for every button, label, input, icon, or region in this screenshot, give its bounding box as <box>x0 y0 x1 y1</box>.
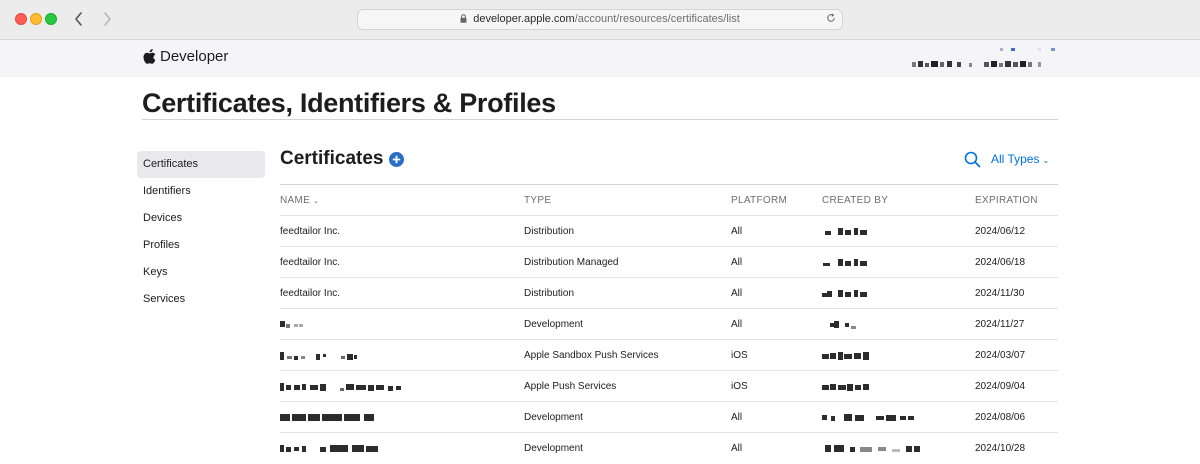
cell-name-redacted <box>280 445 380 453</box>
table-row[interactable]: Apple Push Services iOS 2024/09/04 <box>280 371 1058 402</box>
cell-created-by-redacted <box>822 259 872 267</box>
cell-type: Distribution <box>524 226 575 237</box>
sidebar-item-services[interactable]: Services <box>137 286 265 313</box>
cell-platform: All <box>731 257 743 268</box>
chevron-down-icon: ⌄ <box>1042 156 1050 165</box>
sidebar-item-identifiers[interactable]: Identifiers <box>137 178 265 205</box>
title-divider <box>142 119 1058 120</box>
cell-created-by-redacted <box>822 352 872 360</box>
sidebar-item-keys[interactable]: Keys <box>137 259 265 286</box>
forward-button[interactable] <box>98 10 116 28</box>
add-certificate-button[interactable] <box>388 151 404 167</box>
sidebar-item-certificates[interactable]: Certificates <box>137 151 265 178</box>
cell-platform: All <box>731 288 743 299</box>
cell-name-redacted <box>280 321 306 329</box>
cell-platform: All <box>731 443 743 454</box>
cell-platform: iOS <box>731 381 748 392</box>
cell-expiration: 2024/09/04 <box>975 381 1026 392</box>
certificates-table: NAME ⌄ TYPE PLATFORM CREATED BY EXPIRATIO… <box>280 184 1058 464</box>
cell-type: Distribution <box>524 288 575 299</box>
table-row[interactable]: Development All 2024/10/28 <box>280 433 1058 464</box>
type-filter-dropdown[interactable]: All Types ⌄ <box>991 152 1049 166</box>
minimize-window-button[interactable] <box>30 13 42 25</box>
cell-type: Apple Sandbox Push Services <box>524 350 659 361</box>
cell-type: Apple Push Services <box>524 381 617 392</box>
cell-name-redacted <box>280 352 360 360</box>
cell-expiration: 2024/06/12 <box>975 226 1026 237</box>
table-row[interactable]: Apple Sandbox Push Services iOS 2024/03/… <box>280 340 1058 371</box>
cell-platform: All <box>731 319 743 330</box>
chevron-right-icon <box>104 12 111 26</box>
column-header-name-label: NAME <box>280 195 311 206</box>
sidebar-item-profiles[interactable]: Profiles <box>137 232 265 259</box>
chevron-left-icon <box>75 12 82 26</box>
close-window-button[interactable] <box>15 13 27 25</box>
cell-expiration: 2024/06/18 <box>975 257 1026 268</box>
cell-expiration: 2024/11/30 <box>975 288 1025 299</box>
zoom-window-button[interactable] <box>45 13 57 25</box>
cell-expiration: 2024/03/07 <box>975 350 1026 361</box>
column-header-expiration: EXPIRATION <box>975 195 1038 206</box>
cell-name: feedtailor Inc. <box>280 226 341 237</box>
cell-platform: All <box>731 412 743 423</box>
account-avatar-strip <box>1000 48 1055 51</box>
section-title: Certificates <box>280 148 384 169</box>
account-name-redacted[interactable] <box>912 60 1044 68</box>
url-host: developer.apple.com <box>473 13 575 25</box>
table-header-row: NAME ⌄ TYPE PLATFORM CREATED BY EXPIRATIO… <box>280 185 1058 216</box>
reload-button[interactable] <box>824 10 838 29</box>
table-row[interactable]: feedtailor Inc. Distribution All 2024/06… <box>280 216 1058 247</box>
cell-expiration: 2024/11/27 <box>975 319 1025 330</box>
cell-platform: iOS <box>731 350 748 361</box>
cell-created-by-redacted <box>822 445 922 453</box>
cell-created-by-redacted <box>822 228 872 236</box>
cell-type: Development <box>524 443 583 454</box>
table-row[interactable]: Development All 2024/08/06 <box>280 402 1058 433</box>
table-row[interactable]: feedtailor Inc. Distribution Managed All… <box>280 247 1058 278</box>
reload-icon <box>827 13 835 22</box>
developer-header: Developer <box>0 40 1200 77</box>
address-bar[interactable]: developer.apple.com/account/resources/ce… <box>357 9 843 30</box>
type-filter-label: All Types <box>991 152 1040 166</box>
column-header-platform: PLATFORM <box>731 195 788 206</box>
cell-type: Development <box>524 319 583 330</box>
column-header-name[interactable]: NAME ⌄ <box>280 185 319 217</box>
cell-type: Development <box>524 412 583 423</box>
sidebar-nav: Certificates Identifiers Devices Profile… <box>137 151 265 313</box>
lock-icon <box>460 14 467 23</box>
url-path: /account/resources/certificates/list <box>574 13 740 25</box>
back-button[interactable] <box>70 10 88 28</box>
table-row[interactable]: feedtailor Inc. Distribution All 2024/11… <box>280 278 1058 309</box>
cell-expiration: 2024/10/28 <box>975 443 1026 454</box>
developer-brand-text: Developer <box>160 48 229 65</box>
search-icon[interactable] <box>964 151 981 168</box>
cell-created-by-redacted <box>822 290 872 298</box>
section-header: Certificates <box>280 148 404 170</box>
cell-created-by-redacted <box>822 414 916 422</box>
cell-platform: All <box>731 226 743 237</box>
developer-logo-link[interactable]: Developer <box>143 48 228 65</box>
cell-expiration: 2024/08/06 <box>975 412 1026 423</box>
sidebar-item-devices[interactable]: Devices <box>137 205 265 232</box>
sort-chevron-icon: ⌄ <box>313 198 320 205</box>
cell-name: feedtailor Inc. <box>280 288 341 299</box>
cell-type: Distribution Managed <box>524 257 619 268</box>
column-header-type: TYPE <box>524 195 552 206</box>
browser-toolbar: developer.apple.com/account/resources/ce… <box>0 0 1200 40</box>
cell-created-by-redacted <box>822 321 862 329</box>
apple-logo-icon <box>143 49 156 64</box>
cell-name-redacted <box>280 414 376 422</box>
column-header-created-by: CREATED BY <box>822 195 889 206</box>
cell-created-by-redacted <box>822 383 872 391</box>
cell-name: feedtailor Inc. <box>280 257 341 268</box>
table-row[interactable]: Development All 2024/11/27 <box>280 309 1058 340</box>
page-title: Certificates, Identifiers & Profiles <box>142 88 556 118</box>
cell-name-redacted <box>280 383 404 391</box>
